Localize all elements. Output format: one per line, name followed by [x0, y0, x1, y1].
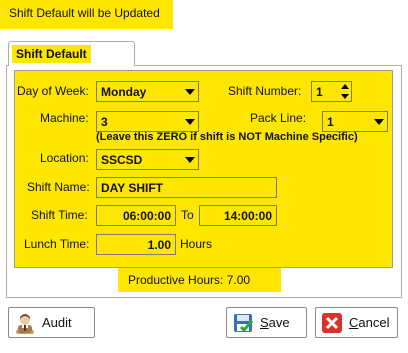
lunch-time-value: 1.00: [147, 238, 171, 252]
day-of-week-select[interactable]: Monday: [96, 81, 199, 102]
location-label: Location:: [40, 151, 89, 165]
machine-select[interactable]: 3: [96, 111, 199, 132]
shift-end-input[interactable]: 14:00:00: [199, 205, 277, 226]
chevron-down-icon: [185, 157, 195, 163]
machine-label: Machine:: [40, 111, 89, 125]
shift-number-value: 1: [316, 85, 323, 99]
productive-hours-value: 7.00: [226, 273, 251, 287]
save-button[interactable]: Save: [226, 307, 307, 338]
productive-hours-label: Productive Hours:: [128, 273, 224, 287]
shift-start-value: 06:00:00: [122, 209, 171, 223]
save-label-rest: ave: [268, 315, 290, 330]
red-x-icon: [321, 312, 343, 334]
chevron-down-icon: [185, 89, 195, 95]
cancel-accelerator: C: [349, 315, 359, 330]
audit-button-label: Audit: [42, 315, 72, 330]
save-button-label: Save: [260, 315, 290, 330]
pack-line-value: 1: [327, 115, 334, 129]
chevron-down-icon: [374, 119, 384, 125]
spin-arrows-icon[interactable]: [340, 83, 350, 100]
pack-line-select[interactable]: 1: [322, 111, 388, 132]
window-title: Shift Default will be Updated: [0, 0, 173, 29]
lunch-time-label: Lunch Time:: [24, 237, 90, 251]
cancel-button[interactable]: Cancel: [315, 307, 398, 338]
save-accelerator: S: [260, 315, 269, 330]
shift-number-stepper[interactable]: 1: [311, 81, 352, 102]
tab-shift-default-label: Shift Default: [12, 45, 91, 63]
pack-line-label: Pack Line:: [250, 111, 307, 125]
day-of-week-value: Monday: [101, 85, 147, 99]
productive-hours: Productive Hours: 7.00: [118, 268, 281, 292]
location-select[interactable]: SSCSD: [96, 149, 199, 170]
lunch-time-unit: Hours: [180, 237, 213, 251]
auditor-person-icon: [14, 312, 36, 336]
machine-note: (Leave this ZERO if shift is NOT Machine…: [96, 131, 358, 143]
day-of-week-label: Day of Week:: [17, 84, 89, 98]
chevron-down-icon: [185, 119, 195, 125]
machine-value: 3: [101, 115, 108, 129]
shift-name-input[interactable]: DAY SHIFT: [96, 177, 277, 198]
shift-time-label: Shift Time:: [31, 208, 88, 222]
cancel-button-label: Cancel: [349, 315, 389, 330]
tab-shift-default[interactable]: Shift Default: [8, 41, 135, 66]
shift-end-value: 14:00:00: [223, 209, 272, 223]
spin-up-icon[interactable]: [341, 84, 349, 89]
window-title-text: Shift Default will be Updated: [9, 6, 160, 20]
floppy-disk-check-icon: [232, 312, 254, 334]
lunch-time-input[interactable]: 1.00: [96, 234, 176, 255]
spin-down-icon[interactable]: [341, 94, 349, 99]
audit-button[interactable]: Audit: [8, 307, 95, 338]
shift-number-label: Shift Number:: [228, 84, 302, 98]
shift-start-input[interactable]: 06:00:00: [96, 205, 176, 226]
shift-name-value: DAY SHIFT: [101, 181, 164, 195]
location-value: SSCSD: [101, 153, 143, 167]
shift-name-label: Shift Name:: [27, 180, 90, 194]
cancel-label-rest: ancel: [358, 315, 390, 330]
shift-time-to-label: To: [181, 208, 194, 222]
